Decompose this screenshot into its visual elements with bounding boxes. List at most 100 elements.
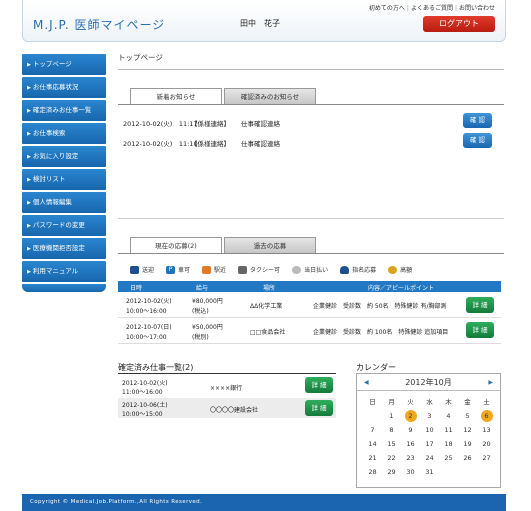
calendar-day[interactable]: 30 — [401, 465, 420, 479]
table-row: 2012-10-02(火) 11:00～16:00 ××××銀行 — [118, 376, 336, 396]
sidebar-item-confirmed-jobs[interactable]: ▶ 確定済みお仕事一覧 — [22, 100, 106, 121]
calendar-day[interactable]: 10 — [420, 423, 439, 437]
sidebar-item-favorites[interactable]: ▶ お気に入り設定 — [22, 146, 106, 167]
applications-table-header: 日時 給与 場所 内容／アピールポイント — [118, 281, 501, 292]
sidebar-item-label: お気に入り設定 — [32, 152, 79, 160]
calendar-weekday: 土 — [483, 398, 490, 406]
application-content: 企業健診 受診数 約 50名 特殊健診 有/胸部測 — [313, 303, 447, 310]
legend-same-day-pay: 当日払い — [292, 265, 328, 274]
detail-button[interactable]: 詳 細 — [466, 297, 494, 313]
calendar-day[interactable]: 27 — [477, 451, 496, 465]
calendar-day[interactable]: 15 — [382, 437, 401, 451]
calendar-day[interactable]: 6 — [477, 409, 496, 423]
calendar-day[interactable]: 2 — [401, 409, 420, 423]
application-pay-note: (税込) — [192, 308, 209, 315]
calendar-day[interactable]: 18 — [439, 437, 458, 451]
arrow-right-icon: ▶ — [27, 85, 31, 91]
application-pay: ¥50,000円 — [192, 324, 223, 331]
calendar-day-marker: 2 — [404, 410, 417, 422]
user-name: 田中 花子 — [240, 19, 280, 28]
legend-nominated: 指名応募 — [340, 265, 376, 274]
calendar-day[interactable]: 9 — [401, 423, 420, 437]
car-icon — [130, 265, 139, 274]
arrow-right-icon: ▶ — [27, 200, 31, 206]
application-time: 10:00～17:00 — [126, 334, 167, 341]
detail-button[interactable]: 詳 細 — [305, 377, 333, 393]
list-item: 2012-10-02(火) 11:17 【係様連絡】 仕事確認連絡 — [123, 114, 498, 130]
calendar-day[interactable]: 1 — [382, 409, 401, 423]
calendar-day[interactable]: 12 — [458, 423, 477, 437]
calendar-day[interactable]: 31 — [420, 465, 439, 479]
legend-high-pay: 高額 — [388, 265, 412, 274]
calendar-header: ◀ 2012年10月 ▶ — [357, 374, 500, 391]
sidebar-item-profile-edit[interactable]: ▶ 個人情報編集 — [22, 192, 106, 213]
calendar-day[interactable]: 22 — [382, 451, 401, 465]
table-row: 2012-10-07(日) 10:00～17:00 ¥50,000円 (税別) … — [118, 319, 501, 344]
detail-button[interactable]: 詳 細 — [466, 322, 494, 338]
application-tabs: 現在の応募(2) 過去の応募 — [130, 237, 318, 253]
sidebar-item-manual[interactable]: ▶ 利用マニュアル — [22, 261, 106, 282]
calendar-day[interactable]: 21 — [363, 451, 382, 465]
sidebar-item-consideration-list[interactable]: ▶ 検討リスト — [22, 169, 106, 190]
site-logo[interactable]: M.J.P. 医師マイページ — [33, 16, 165, 33]
calendar-day[interactable]: 28 — [363, 465, 382, 479]
sidebar-item-password[interactable]: ▶ パスワードの変更 — [22, 215, 106, 236]
footer-copyright: Copyright © Medical.Job.Platform.,All Ri… — [22, 494, 506, 511]
header: M.J.P. 医師マイページ 田中 花子 初めての方へ | よくあるご質問 | お問い合… — [22, 0, 506, 42]
page-title: トップページ — [118, 52, 504, 70]
calendar-day[interactable]: 4 — [439, 409, 458, 423]
tab-current-applications[interactable]: 現在の応募(2) — [130, 237, 222, 253]
calendar-day[interactable]: 16 — [401, 437, 420, 451]
logout-button[interactable]: ログアウト — [423, 16, 495, 32]
calendar-day[interactable]: 25 — [439, 451, 458, 465]
calendar-day[interactable]: 7 — [363, 423, 382, 437]
calendar-day[interactable]: 24 — [420, 451, 439, 465]
calendar-day[interactable]: 13 — [477, 423, 496, 437]
arrow-right-icon: ▶ — [27, 177, 31, 183]
link-first-time[interactable]: 初めての方へ — [369, 5, 405, 12]
walking-icon — [202, 265, 212, 274]
prev-month-icon[interactable]: ◀ — [364, 374, 369, 391]
link-faq[interactable]: よくあるご質問 — [411, 5, 453, 12]
sidebar-item-application-status[interactable]: ▶ お仕事応募状況 — [22, 77, 106, 98]
person-icon — [340, 265, 350, 274]
application-pay-note: (税別) — [192, 334, 209, 341]
application-content: 企業健診 受診数 約 100名 特殊健診 追加項目 — [313, 329, 449, 336]
calendar-day[interactable]: 11 — [439, 423, 458, 437]
calendar-day[interactable]: 8 — [382, 423, 401, 437]
calendar-month: 2012年10月 — [405, 378, 452, 387]
calendar-day[interactable]: 3 — [420, 409, 439, 423]
sidebar-item-label: パスワードの変更 — [32, 221, 85, 229]
calendar-grid: 日月火水木金土 1 2 3 4 5 6 7 8 9 10 11 12 13 14 15 16 17 18 19 20 21… — [363, 395, 495, 479]
calendar-day[interactable]: 26 — [458, 451, 477, 465]
sidebar-item-institution-block[interactable]: ▶ 医療機関拒否設定 — [22, 238, 106, 259]
notice-date: 2012-10-02(火) 11:17 — [123, 120, 198, 128]
confirmed-place: 〇〇〇〇建設会社 — [210, 407, 259, 414]
notice-subject: 仕事確認連絡 — [241, 120, 280, 128]
confirmed-time: 10:00～15:00 — [122, 411, 163, 418]
arrow-right-icon: ▶ — [27, 269, 31, 275]
calendar-day[interactable]: 17 — [420, 437, 439, 451]
tab-new-notices[interactable]: 新着お知らせ — [130, 88, 222, 104]
confirm-button[interactable]: 確 認 — [463, 133, 492, 148]
tab-past-applications[interactable]: 過去の応募 — [224, 237, 316, 253]
link-contact[interactable]: お問い合わせ — [459, 5, 495, 12]
sidebar-item-label: お仕事応募状況 — [32, 83, 79, 91]
next-month-icon[interactable]: ▶ — [488, 374, 493, 391]
calendar-day[interactable]: 5 — [458, 409, 477, 423]
notice-tag: 【係様連絡】 — [191, 120, 230, 128]
calendar-day[interactable]: 19 — [458, 437, 477, 451]
sidebar-item-label: 医療機関拒否設定 — [32, 244, 85, 252]
confirm-button[interactable]: 確 認 — [463, 113, 492, 128]
table-row: 2012-10-06(土) 10:00～15:00 〇〇〇〇建設会社 — [118, 398, 336, 418]
detail-button[interactable]: 詳 細 — [305, 400, 333, 416]
top-links: 初めての方へ | よくあるご質問 | お問い合わせ — [368, 5, 495, 12]
calendar-day[interactable]: 20 — [477, 437, 496, 451]
tab-confirmed-notices[interactable]: 確認済みのお知らせ — [224, 88, 316, 104]
calendar-day[interactable]: 29 — [382, 465, 401, 479]
calendar-day[interactable]: 23 — [401, 451, 420, 465]
sidebar-item-label: 確定済みお仕事一覧 — [32, 106, 92, 114]
sidebar-item-job-search[interactable]: ▶ お仕事検索 — [22, 123, 106, 144]
sidebar-item-top[interactable]: ▶ トップページ — [22, 54, 106, 75]
calendar-day[interactable]: 14 — [363, 437, 382, 451]
